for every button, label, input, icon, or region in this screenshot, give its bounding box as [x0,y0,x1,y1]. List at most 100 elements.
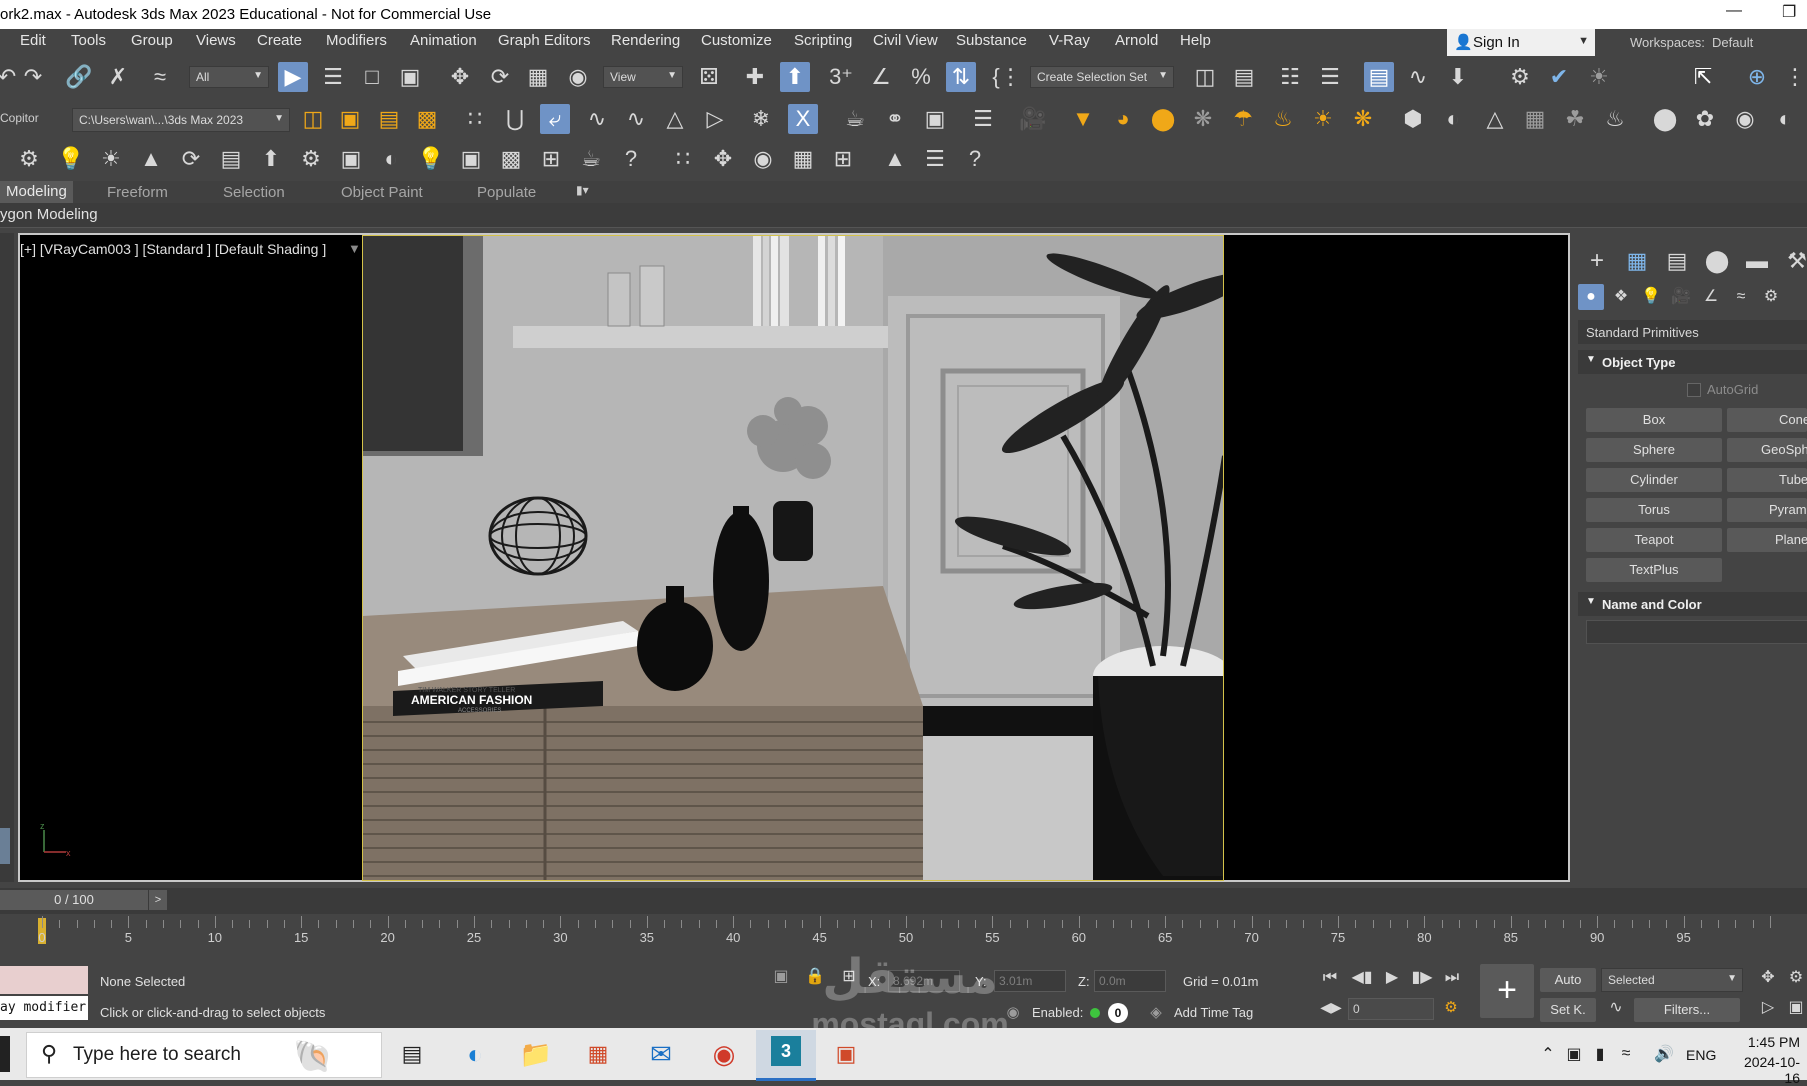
menu-arnold[interactable]: Arnold [1115,32,1158,49]
scatter-icon[interactable]: ∷ [668,144,698,174]
ies-light-icon[interactable]: ☂ [1228,104,1258,134]
shapes-icon[interactable]: ❖ [1608,284,1634,310]
cursor-icon[interactable]: ⇱ [1688,62,1718,92]
ambient-light-icon[interactable]: ♨ [1268,104,1298,134]
menu-create[interactable]: Create [257,32,302,49]
sun-icon[interactable]: ☀ [1308,104,1338,134]
motion-tab-icon[interactable]: ⬤ [1702,246,1732,276]
fire-icon[interactable]: ♨ [1600,104,1630,134]
camera-icon[interactable]: 🎥 [1018,104,1048,134]
key-filters-button[interactable]: Filters... [1634,998,1740,1022]
vray-light-icon[interactable]: 💡 [56,144,86,174]
menu-views[interactable]: Views [196,32,236,49]
forest-help-icon[interactable]: ? [960,144,990,174]
next-frame-icon[interactable]: > [149,890,167,910]
box-button[interactable]: Box [1586,408,1722,432]
curve-editor-icon[interactable]: ∿ [1403,62,1433,92]
tube-button[interactable]: Tube [1727,468,1807,492]
geometry-icon[interactable]: ● [1578,284,1604,310]
help-icon[interactable]: ? [616,144,646,174]
project-folder-dropdown[interactable]: C:\Users\wan\...\3ds Max 2023 ▼ [72,108,290,132]
viewport-label[interactable]: [+] [VRayCam003 ] [Standard ] [Default S… [20,241,326,257]
absolute-mode-icon[interactable]: ⊞ [838,966,860,988]
polygon-modeling-bar[interactable]: ygon Modeling [0,203,1807,228]
unlink-icon[interactable]: ✗ [103,62,133,92]
menu-substance[interactable]: Substance [956,32,1027,49]
cameras-icon[interactable]: 🎥 [1668,284,1694,310]
pyramid-button[interactable]: Pyram [1727,498,1807,522]
select-manipulate-icon[interactable]: ✚ [740,62,770,92]
light-spot-icon[interactable]: ▼ [1068,104,1098,134]
edge-icon[interactable]: ◐ [455,1034,495,1074]
key-mode-icon[interactable]: ◀▶ [1320,996,1342,1018]
midpoint-snap-icon[interactable]: ∿ [582,104,612,134]
select-object-icon[interactable]: ▶ [278,62,308,92]
render-setup-icon[interactable]: ⚙ [1505,62,1535,92]
menu-scripting[interactable]: Scripting [794,32,852,49]
lights-icon[interactable]: 💡 [1638,284,1664,310]
file-explorer-icon[interactable]: 📁 [516,1034,556,1074]
ribbon-options-icon[interactable]: ▮▾ [576,183,589,197]
tab-modeling[interactable]: Modeling [0,181,73,203]
box-icon[interactable]: ▣ [920,104,950,134]
menu-tools[interactable]: Tools [71,32,106,49]
plane-button[interactable]: Plane [1727,528,1807,552]
refresh-icon[interactable]: ⟳ [176,144,206,174]
tree-icon[interactable]: ▲ [136,144,166,174]
textplus-button[interactable]: TextPlus [1586,558,1722,582]
y-coordinate-field[interactable]: 3.01m [994,970,1066,992]
teapot-render-icon[interactable]: ☕ [576,144,606,174]
link-icon[interactable]: 🔗 [64,62,94,92]
sky-icon[interactable]: ❋ [1348,104,1378,134]
orbit-icon[interactable]: ⚙ [1784,966,1807,990]
zoom-extents-icon[interactable]: ✥ [1756,966,1780,990]
array-icon[interactable]: ⊞ [828,144,858,174]
proxy-icon[interactable]: ⬢ [1398,104,1428,134]
modify-tab-icon[interactable]: ▦ [1622,246,1652,276]
minimize-icon[interactable]: — [1726,2,1742,20]
field-of-view-icon[interactable]: ▷ [1756,996,1780,1020]
face-snap-icon[interactable]: △ [660,104,690,134]
menu-group[interactable]: Group [131,32,173,49]
teapot-button[interactable]: Teapot [1586,528,1722,552]
spacewarps-icon[interactable]: ≈ [1728,284,1754,310]
material-sphere-icon[interactable]: ⬤ [1650,104,1680,134]
time-configuration-icon[interactable]: ⚙ [1440,996,1462,1018]
material-browser-icon[interactable]: ◉ [1730,104,1760,134]
schematic-view-icon[interactable]: ⬇ [1443,62,1473,92]
vray-sun-icon[interactable]: ☀ [96,144,126,174]
layer-explorer-icon[interactable]: ☰ [1315,62,1345,92]
create-tab-icon[interactable]: + [1582,246,1612,276]
frame-buffer-icon[interactable]: ▩ [496,144,526,174]
menu-animation[interactable]: Animation [410,32,477,49]
grid-snap-icon[interactable]: ∷ [460,104,490,134]
object-type-rollout[interactable]: ▼ Object Type [1578,350,1807,374]
rectangular-selection-icon[interactable]: □ [357,62,387,92]
window-icon[interactable]: ▣ [456,144,486,174]
time-tag-icon[interactable]: ◈ [1145,1001,1167,1023]
category-dropdown[interactable]: Standard Primitives [1578,320,1807,344]
menu-edit[interactable]: Edit [20,32,46,49]
cone-button[interactable]: Cone [1727,408,1807,432]
tab-object-paint[interactable]: Object Paint [341,184,423,201]
3dsmax-taskbar-button[interactable]: 3 [756,1030,816,1081]
powerpoint-icon[interactable]: ▣ [826,1034,866,1074]
set-key-button[interactable]: Set K. [1540,998,1596,1022]
create-selection-set-dropdown[interactable]: Create Selection Set ▼ [1030,66,1174,88]
clipper-icon[interactable]: ☘ [1560,104,1590,134]
add-time-tag-button[interactable]: Add Time Tag [1174,1005,1253,1020]
mail-icon[interactable]: ✉ [641,1034,681,1074]
forest-list-icon[interactable]: ☰ [920,144,950,174]
layers-icon[interactable]: ▣ [336,144,366,174]
percent-snap-icon[interactable]: % [906,62,936,92]
key-filter-dropdown[interactable]: Selected ▼ [1601,968,1743,992]
redo-icon[interactable]: ↷ [18,62,48,92]
gear-icon[interactable]: ⚙ [296,144,326,174]
vray-camera-icon[interactable]: ⚙ [14,144,44,174]
workspaces-dropdown[interactable]: Default [1712,35,1753,50]
sphere-wire-icon[interactable]: ⚭ [880,104,910,134]
mesh-edit-icon[interactable]: ▦ [788,144,818,174]
wifi-icon[interactable]: ≈ [1606,1034,1646,1074]
cylinder-button[interactable]: Cylinder [1586,468,1722,492]
torus-button[interactable]: Torus [1586,498,1722,522]
